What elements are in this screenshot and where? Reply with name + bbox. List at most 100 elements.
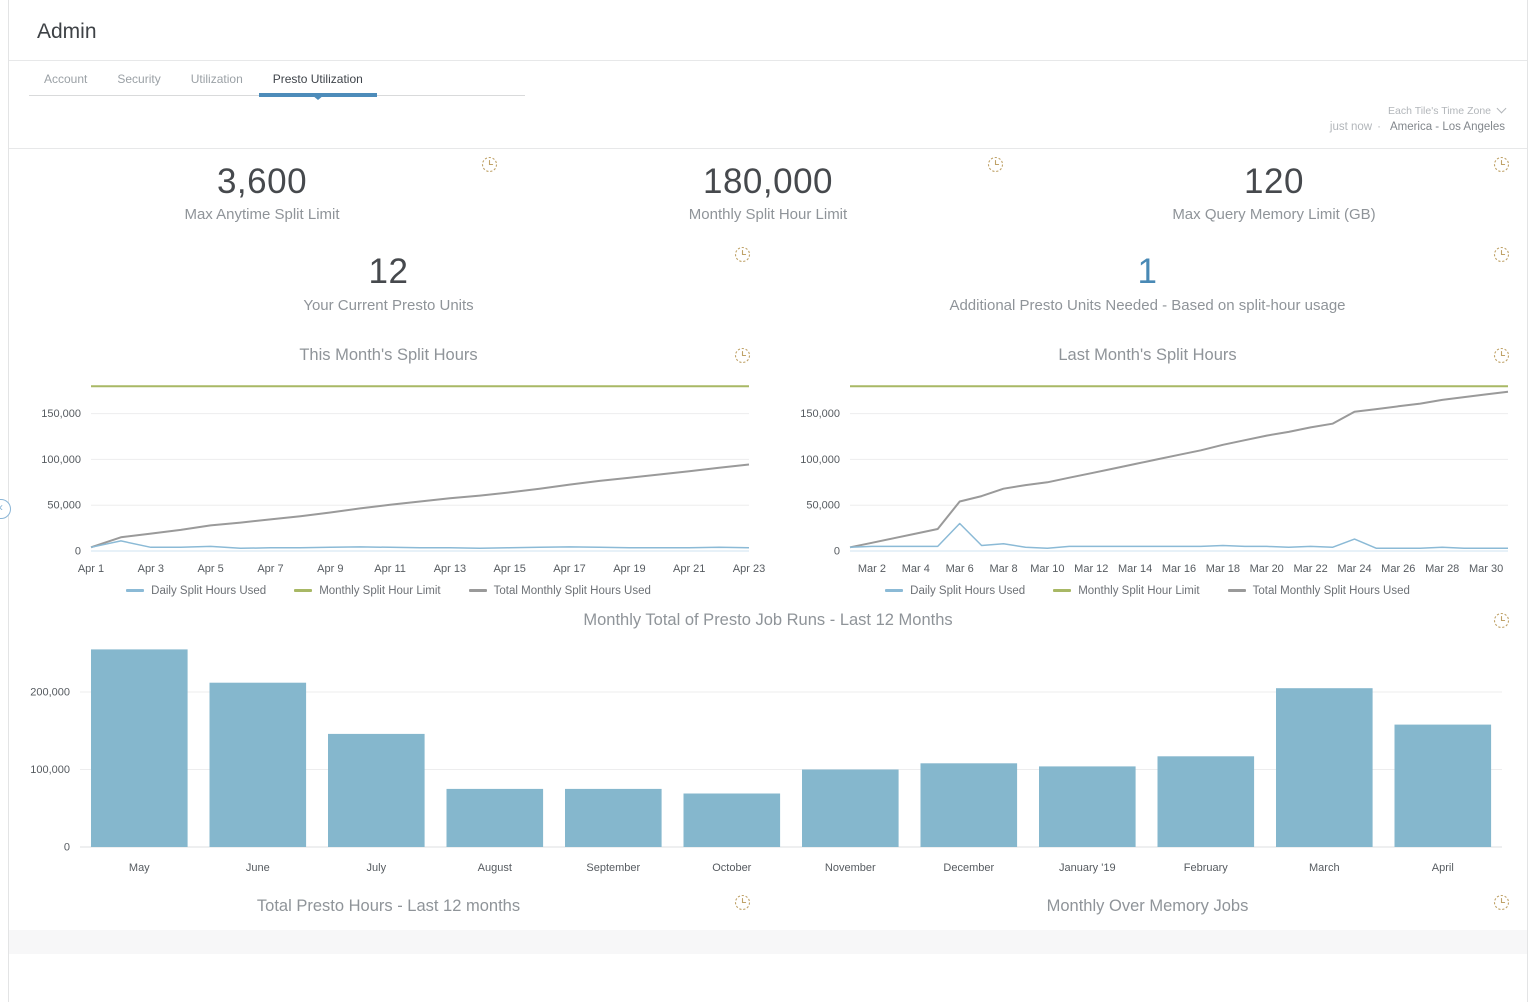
- svg-text:Mar 28: Mar 28: [1425, 563, 1459, 575]
- last-month-split-hours-tile: Last Month's Split Hours 050,000100,0001…: [768, 340, 1527, 597]
- svg-text:50,000: 50,000: [47, 500, 81, 512]
- presto-job-runs-chart[interactable]: 0100,000200,000MayJuneJulyAugustSeptembe…: [18, 636, 1518, 881]
- svg-text:Apr 19: Apr 19: [613, 563, 645, 575]
- chevron-down-icon: [1497, 104, 1507, 114]
- timezone-control[interactable]: Each Tile's Time Zone just now · America -…: [9, 96, 1527, 148]
- svg-text:Apr 7: Apr 7: [257, 563, 283, 575]
- svg-text:Apr 1: Apr 1: [77, 563, 103, 575]
- timezone-value: America - Los Angeles: [1390, 121, 1505, 133]
- svg-text:Apr 21: Apr 21: [672, 563, 704, 575]
- this-month-split-hours-tile: This Month's Split Hours 050,000100,0001…: [9, 340, 768, 597]
- svg-text:Apr 5: Apr 5: [197, 563, 223, 575]
- legend-item[interactable]: Daily Split Hours Used: [126, 585, 266, 597]
- legend-swatch: [126, 589, 144, 592]
- legend-swatch: [294, 589, 312, 592]
- legend-item[interactable]: Total Monthly Split Hours Used: [469, 585, 651, 597]
- clock-icon[interactable]: [1493, 894, 1510, 911]
- tab-presto-utilization[interactable]: Presto Utilization: [258, 61, 378, 95]
- chart-title: Monthly Over Memory Jobs: [768, 887, 1527, 924]
- svg-text:February: February: [1184, 862, 1229, 874]
- legend-item[interactable]: Monthly Split Hour Limit: [1053, 585, 1199, 597]
- svg-text:April: April: [1432, 862, 1454, 874]
- svg-text:100,000: 100,000: [30, 764, 70, 776]
- svg-text:Mar 26: Mar 26: [1381, 563, 1415, 575]
- line-charts-row: This Month's Split Hours 0 50,000 100,000 1…: [9, 340, 1527, 597]
- legend-swatch: [469, 589, 487, 592]
- next-row-strip: [9, 930, 1527, 954]
- svg-text:Mar 4: Mar 4: [901, 563, 929, 575]
- clock-icon[interactable]: [734, 347, 751, 364]
- legend-swatch: [1053, 589, 1071, 592]
- clock-icon[interactable]: [1493, 156, 1510, 173]
- svg-text:Mar 14: Mar 14: [1117, 563, 1151, 575]
- kpi-label: Monthly Split Hour Limit: [515, 206, 1021, 223]
- svg-text:Mar 16: Mar 16: [1161, 563, 1195, 575]
- svg-text:Apr 9: Apr 9: [317, 563, 343, 575]
- tab-account[interactable]: Account: [29, 61, 102, 95]
- presto-job-runs-tile: Monthly Total of Presto Job Runs - Last …: [9, 605, 1527, 881]
- clock-icon[interactable]: [1493, 246, 1510, 263]
- kpi-label: Max Anytime Split Limit: [9, 206, 515, 223]
- kpi-value: 120: [1021, 163, 1527, 202]
- chart-legend: Daily Split Hours Used Monthly Split Hour…: [768, 585, 1527, 597]
- svg-text:Mar 10: Mar 10: [1030, 563, 1064, 575]
- legend-item[interactable]: Monthly Split Hour Limit: [294, 585, 440, 597]
- svg-text:March: March: [1309, 862, 1340, 874]
- svg-text:0: 0: [64, 841, 70, 853]
- kpi-label: Additional Presto Units Needed - Based o…: [768, 297, 1527, 314]
- tab-bar: Account Security Utilization Presto Util…: [29, 61, 525, 96]
- svg-text:Apr 11: Apr 11: [374, 563, 406, 575]
- svg-text:Apr 13: Apr 13: [433, 563, 465, 575]
- this-month-split-hours-chart[interactable]: 050,000100,000150,000Apr 1Apr 3Apr 5Apr …: [13, 371, 765, 581]
- svg-text:100,000: 100,000: [41, 454, 81, 466]
- svg-text:October: October: [712, 862, 751, 874]
- svg-text:150,000: 150,000: [41, 408, 81, 420]
- clock-icon[interactable]: [481, 156, 498, 173]
- kpi-row-2: 12 Your Current Presto Units 1 Additiona…: [9, 239, 1527, 330]
- svg-text:200,000: 200,000: [30, 686, 70, 698]
- svg-text:Mar 12: Mar 12: [1074, 563, 1108, 575]
- chart-legend: Daily Split Hours Used Monthly Split Hour…: [9, 585, 768, 597]
- svg-text:May: May: [129, 862, 150, 874]
- chart-title: Monthly Total of Presto Job Runs - Last …: [9, 605, 1527, 630]
- tab-utilization[interactable]: Utilization: [176, 61, 258, 95]
- svg-text:50,000: 50,000: [806, 500, 840, 512]
- legend-item[interactable]: Daily Split Hours Used: [885, 585, 1025, 597]
- timezone-selector-label: Each Tile's Time Zone: [1388, 105, 1491, 117]
- tab-security[interactable]: Security: [102, 61, 175, 95]
- clock-icon[interactable]: [1493, 347, 1510, 364]
- legend-swatch: [1228, 589, 1246, 592]
- kpi-tile-max-query-memory-limit: 120 Max Query Memory Limit (GB): [1021, 149, 1527, 240]
- svg-text:November: November: [825, 862, 876, 874]
- svg-text:Mar 20: Mar 20: [1249, 563, 1283, 575]
- svg-text:Mar 6: Mar 6: [945, 563, 973, 575]
- separator: ·: [1377, 121, 1381, 133]
- svg-text:Apr 3: Apr 3: [137, 563, 163, 575]
- clock-icon[interactable]: [734, 894, 751, 911]
- svg-text:Mar 2: Mar 2: [857, 563, 885, 575]
- clock-icon[interactable]: [987, 156, 1004, 173]
- svg-text:June: June: [246, 862, 270, 874]
- bottom-tiles-row: Total Presto Hours - Last 12 months Mont…: [9, 887, 1527, 924]
- svg-text:January '19: January '19: [1059, 862, 1116, 874]
- chart-title: This Month's Split Hours: [9, 340, 768, 365]
- svg-text:July: July: [367, 862, 387, 874]
- clock-icon[interactable]: [1493, 612, 1510, 629]
- svg-text:0: 0: [833, 545, 839, 557]
- svg-text:August: August: [478, 862, 512, 874]
- svg-text:Apr 15: Apr 15: [493, 563, 525, 575]
- kpi-tile-monthly-split-hour-limit: 180,000 Monthly Split Hour Limit: [515, 149, 1021, 240]
- legend-item[interactable]: Total Monthly Split Hours Used: [1228, 585, 1410, 597]
- svg-text:150,000: 150,000: [800, 408, 840, 420]
- last-month-split-hours-chart[interactable]: 0 50,000 100,000 150,000 Mar 2 Mar 4 Mar 6 Mar …: [772, 371, 1524, 581]
- kpi-tile-max-anytime-split-limit: 3,600 Max Anytime Split Limit: [9, 149, 515, 240]
- svg-text:Mar 22: Mar 22: [1293, 563, 1327, 575]
- chart-title: Total Presto Hours - Last 12 months: [9, 887, 768, 924]
- clock-icon[interactable]: [734, 246, 751, 263]
- page-title: Admin: [9, 0, 1527, 60]
- svg-text:100,000: 100,000: [800, 454, 840, 466]
- svg-text:December: December: [943, 862, 994, 874]
- last-updated-text: just now: [1330, 121, 1372, 133]
- timezone-selector[interactable]: Each Tile's Time Zone: [9, 104, 1505, 119]
- kpi-value: 180,000: [515, 163, 1021, 202]
